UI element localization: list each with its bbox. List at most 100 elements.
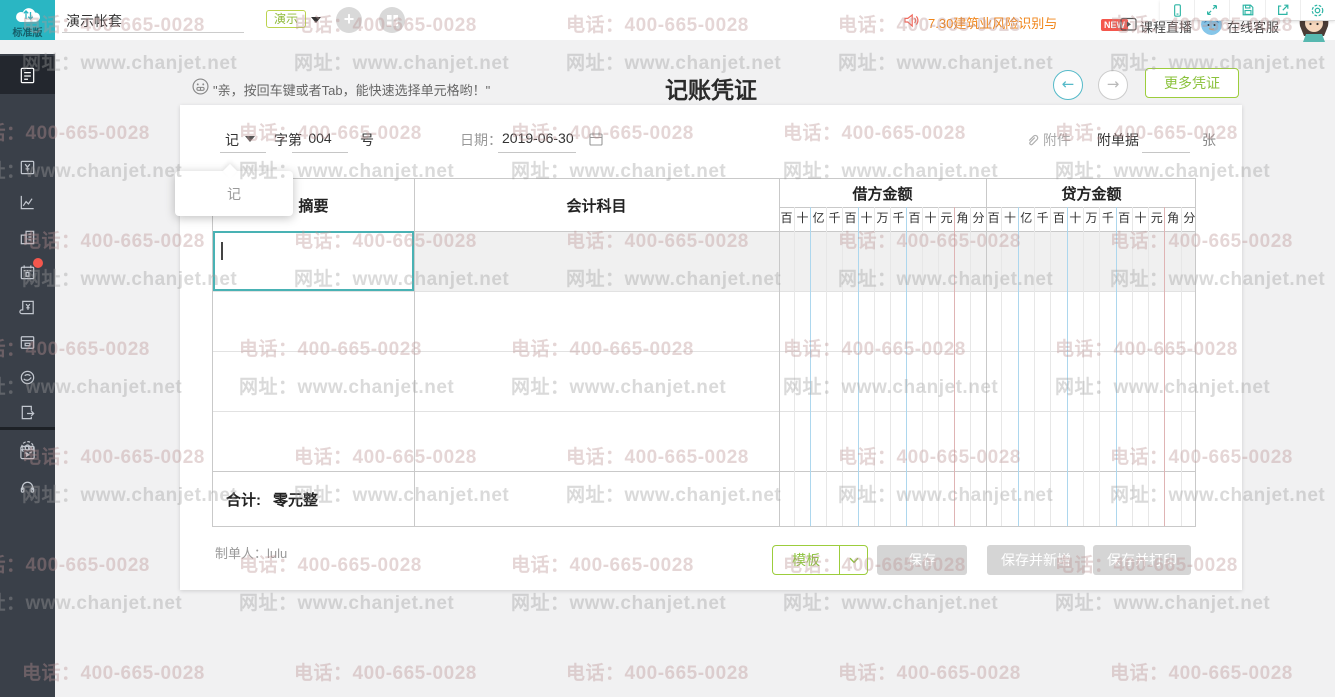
quick-add-button[interactable]: + — [336, 7, 362, 33]
cashier-machine-icon — [20, 335, 35, 349]
sidebar-item-period-checkout[interactable] — [0, 255, 55, 289]
digit-col: 百 — [1117, 207, 1133, 526]
account-dropdown-caret-icon[interactable] — [311, 17, 321, 23]
dropdown-option[interactable]: 记 — [175, 171, 293, 216]
voucher-word-dropdown: 记 — [175, 163, 293, 216]
date-input[interactable]: 2019-06-30 — [502, 130, 574, 146]
preparer-label: 制单人：lulu — [215, 546, 288, 561]
grid-icon — [386, 14, 398, 26]
floating-toolbar — [1160, 0, 1335, 21]
chevron-down-icon — [848, 557, 859, 563]
digit-col: 十 — [1002, 207, 1019, 526]
save-button[interactable]: 保存 — [877, 545, 967, 575]
sidebar-item-voucher-list[interactable] — [0, 290, 55, 324]
save-and-print-button[interactable]: 保存并打印 — [1093, 545, 1191, 575]
save-and-new-button[interactable]: 保存并新增 — [987, 545, 1085, 575]
col-divider — [414, 179, 415, 526]
total-value: 零元整 — [273, 492, 319, 509]
app-root: 标准版 演示帐套 演示 + 7.30建筑业风险识别与 NEW 课程直播 在线客服… — [0, 0, 1335, 697]
sidebar-item-cash-journal[interactable] — [0, 150, 55, 184]
selected-summary-cell[interactable] — [213, 231, 414, 291]
notification-dot — [33, 258, 43, 268]
digit-col: 分 — [972, 211, 985, 225]
digit-col: 百 — [779, 207, 795, 526]
support-headset-icon — [20, 481, 35, 493]
paperclip-icon — [1028, 134, 1039, 146]
digit-col: 元 — [1149, 207, 1166, 526]
brand-logo[interactable]: 标准版 — [0, 0, 55, 40]
sidebar-item-voucher[interactable] — [0, 56, 55, 94]
col-divider — [779, 179, 780, 526]
attach-doc-label: 附单据 — [1097, 132, 1139, 148]
sidebar-separator — [0, 428, 55, 430]
voucher-word-caret-icon[interactable] — [245, 136, 255, 142]
fullscreen-icon[interactable] — [1194, 0, 1229, 20]
template-button-label[interactable]: 模板 — [773, 546, 839, 574]
watermark-text: 网址：www.chanjet.net — [783, 593, 999, 614]
voucher-word-underline — [220, 152, 266, 153]
announcement-speaker-icon — [904, 13, 919, 28]
digit-col: 分 — [1183, 211, 1196, 225]
watermark-text: 电话：400-665-0028 — [1110, 663, 1293, 684]
mobile-icon[interactable] — [1160, 0, 1194, 20]
col-divider — [986, 179, 987, 526]
digit-col: 角 — [1165, 207, 1182, 526]
attachment-label[interactable]: 附件 — [1043, 130, 1071, 150]
date-label: 日期： — [460, 132, 502, 148]
settings-gear-icon[interactable] — [1299, 0, 1335, 20]
more-vouchers-button[interactable]: 更多凭证 — [1145, 68, 1239, 98]
sidebar-item-video[interactable] — [0, 435, 55, 469]
sidebar-nav — [0, 54, 55, 697]
watermark-text: 电话：400-665-0028 — [294, 663, 477, 684]
col-header-debit: 借方金额 — [852, 185, 913, 203]
watermark-text: 电话：400-665-0028 — [566, 663, 749, 684]
next-voucher-button[interactable]: → — [1098, 70, 1128, 100]
watermark-text: 电话：400-665-0028 — [838, 663, 1021, 684]
announcement-link[interactable]: 7.30建筑业风险识别与 — [928, 13, 1057, 32]
watermark-text: 网址：www.chanjet.net — [239, 593, 455, 614]
text-cursor — [221, 242, 223, 260]
sidebar-item-support[interactable] — [0, 469, 55, 503]
salary-coin-icon — [20, 370, 35, 384]
template-dropdown-toggle[interactable] — [839, 546, 867, 574]
attach-count-underline — [1142, 152, 1190, 153]
date-underline — [498, 152, 576, 153]
digit-col: 亿 — [1019, 207, 1035, 526]
sidebar-item-carryover[interactable] — [0, 395, 55, 429]
digit-col: 万 — [875, 207, 891, 526]
digit-col: 角 — [955, 207, 971, 526]
share-icon[interactable] — [1264, 0, 1300, 20]
voucher-number-input[interactable]: 004 — [292, 130, 348, 146]
sidebar-item-reports[interactable] — [0, 185, 55, 219]
sidebar-item-cashier[interactable] — [0, 325, 55, 359]
voucher-icon — [20, 67, 35, 83]
reports-chart-icon — [20, 195, 34, 209]
credit-amount-grid[interactable]: 百十亿千百十万千百十元角分 — [986, 207, 1197, 526]
sidebar-item-salary[interactable] — [0, 360, 55, 394]
digit-col: 十 — [1133, 207, 1150, 526]
digit-col: 千 — [1100, 207, 1117, 526]
sidebar-item-assets[interactable] — [0, 220, 55, 254]
digit-col: 十 — [795, 207, 811, 526]
voucher-word-select[interactable]: 记 — [225, 130, 239, 150]
digit-col: 千 — [827, 207, 843, 526]
apps-grid-button[interactable] — [379, 7, 405, 33]
prev-voucher-button[interactable]: ← — [1053, 70, 1083, 100]
carryover-doc-icon — [21, 405, 35, 419]
digit-col: 十 — [923, 207, 939, 526]
debit-amount-grid[interactable]: 百十亿千百十万千百十元角分 — [779, 207, 986, 526]
digit-col: 千 — [1035, 207, 1052, 526]
cash-journal-icon — [20, 160, 35, 174]
template-button[interactable]: 模板 — [772, 545, 868, 575]
calendar-icon[interactable] — [588, 131, 604, 147]
attach-unit-label: 张 — [1202, 132, 1216, 148]
voucher-table: 摘要 会计科目 借方金额 贷方金额 百十亿千百十万千百十元角分 百十亿千百十万千… — [212, 178, 1196, 527]
col-header-credit: 贷方金额 — [1061, 185, 1122, 203]
account-set-name[interactable]: 演示帐套 — [66, 11, 122, 31]
save-disk-icon[interactable] — [1229, 0, 1264, 20]
edition-label: 标准版 — [12, 28, 43, 39]
voucher-number-underline — [292, 152, 348, 153]
digit-col: 百 — [1051, 207, 1068, 526]
demo-badge: 演示 — [266, 10, 307, 28]
total-label: 合计: — [226, 492, 261, 509]
